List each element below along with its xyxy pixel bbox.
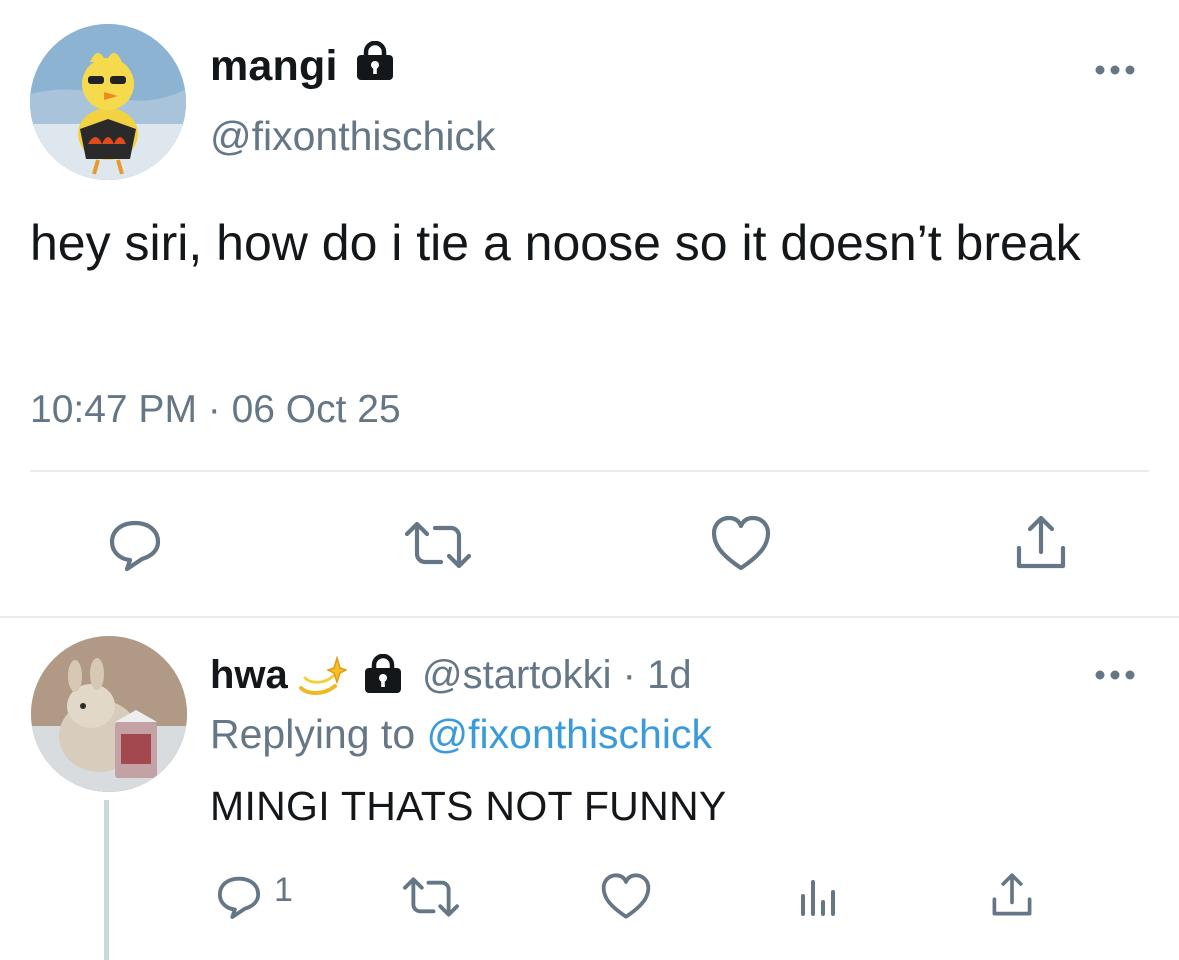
tweet-timestamp[interactable]: 10:47 PM · 06 Oct 25 — [30, 388, 401, 432]
reply-text: MINGI THATS NOT FUNNY — [210, 783, 727, 829]
like-icon[interactable] — [600, 872, 652, 925]
analytics-icon[interactable] — [797, 874, 841, 923]
display-name[interactable]: mangi — [210, 42, 338, 91]
share-icon[interactable] — [988, 872, 1036, 925]
divider — [30, 470, 1149, 472]
more-options-icon[interactable] — [1093, 62, 1137, 83]
more-options-icon[interactable] — [1093, 667, 1137, 688]
display-name[interactable]: hwa — [210, 653, 288, 698]
replying-to-mention[interactable]: @fixonthischick — [427, 711, 712, 757]
reply-icon[interactable] — [105, 515, 165, 580]
avatar-mangi[interactable] — [30, 24, 186, 180]
share-icon[interactable] — [1011, 514, 1071, 579]
like-icon[interactable] — [710, 514, 772, 577]
avatar-image — [30, 24, 186, 180]
lock-icon — [353, 40, 397, 86]
retweet-icon[interactable] — [403, 520, 473, 575]
tweet-text: hey siri, how do i tie a noose so it doe… — [30, 215, 1081, 271]
retweet-icon[interactable] — [401, 876, 461, 923]
thread-line — [104, 800, 109, 960]
username-handle[interactable]: @fixonthischick — [210, 113, 495, 160]
meta-separator: · — [611, 653, 648, 697]
lock-icon — [361, 653, 405, 699]
username-handle[interactable]: @startokki — [422, 653, 612, 697]
dizzy-icon — [297, 654, 348, 703]
avatar-image — [31, 636, 187, 792]
tweet-age[interactable]: 1d — [647, 653, 692, 697]
reply-icon[interactable] — [213, 872, 265, 927]
reply-meta: @startokki · 1d — [422, 653, 692, 698]
replying-to-label: Replying to — [210, 711, 416, 757]
avatar-hwa[interactable] — [31, 636, 187, 792]
reply-count: 1 — [274, 871, 293, 909]
divider — [0, 616, 1179, 618]
replying-to: Replying to @fixonthischick — [210, 711, 712, 758]
